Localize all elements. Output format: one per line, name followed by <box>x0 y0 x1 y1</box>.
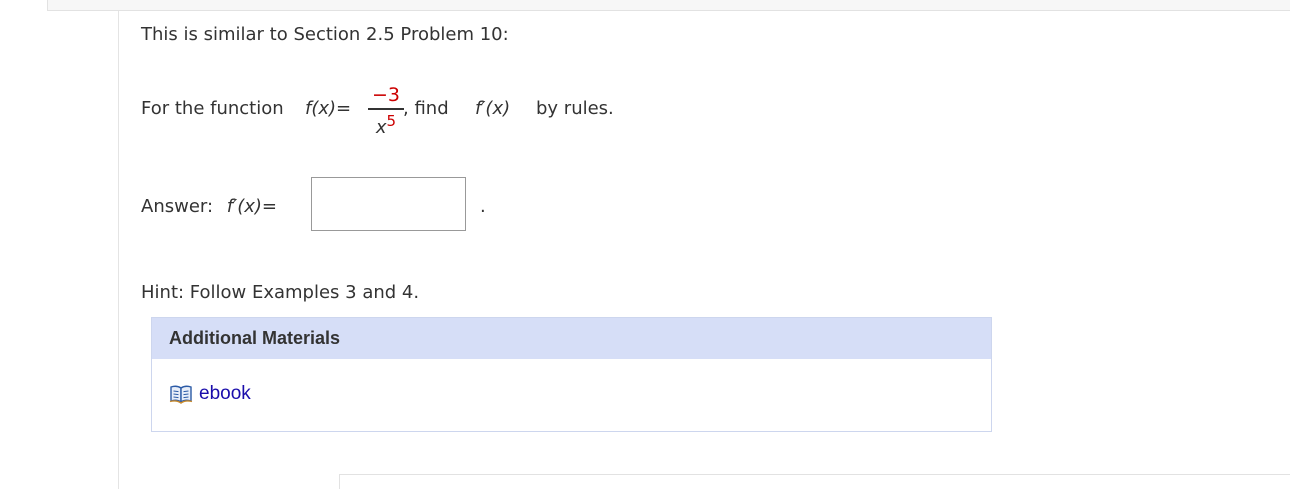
denominator-exponent: 5 <box>386 112 397 130</box>
answer-row: Answer: f′(x)= <box>141 196 277 217</box>
fraction-denominator: x5 <box>375 112 397 138</box>
left-divider <box>118 11 119 489</box>
additional-materials-header: Additional Materials <box>152 318 991 359</box>
derivative-name: f′(x) <box>475 98 511 119</box>
ebook-label: ebook <box>199 383 251 404</box>
problem-intro: This is similar to Section 2.5 Problem 1… <box>141 24 509 45</box>
ebook-link[interactable]: ebook <box>169 383 251 405</box>
question-prefix: For the function <box>141 98 284 119</box>
function-name: f(x)= <box>305 98 352 119</box>
fraction-numerator: −3 <box>371 84 400 106</box>
fraction-bar <box>368 108 404 110</box>
top-panel-edge <box>47 0 1290 11</box>
additional-materials-panel: Additional Materials ebook <box>151 317 992 432</box>
open-book-icon <box>169 384 193 404</box>
answer-period: . <box>480 196 486 217</box>
function-fraction: −3 x5 <box>368 84 404 144</box>
question-suffix: by rules. <box>536 98 614 119</box>
answer-label: Answer: <box>141 196 214 217</box>
question-middle: , find <box>403 98 449 119</box>
answer-derivative-name: f′(x)= <box>226 196 277 217</box>
hint-text: Hint: Follow Examples 3 and 4. <box>141 282 420 303</box>
bottom-panel-edge <box>339 474 1290 489</box>
answer-input[interactable] <box>311 177 466 231</box>
